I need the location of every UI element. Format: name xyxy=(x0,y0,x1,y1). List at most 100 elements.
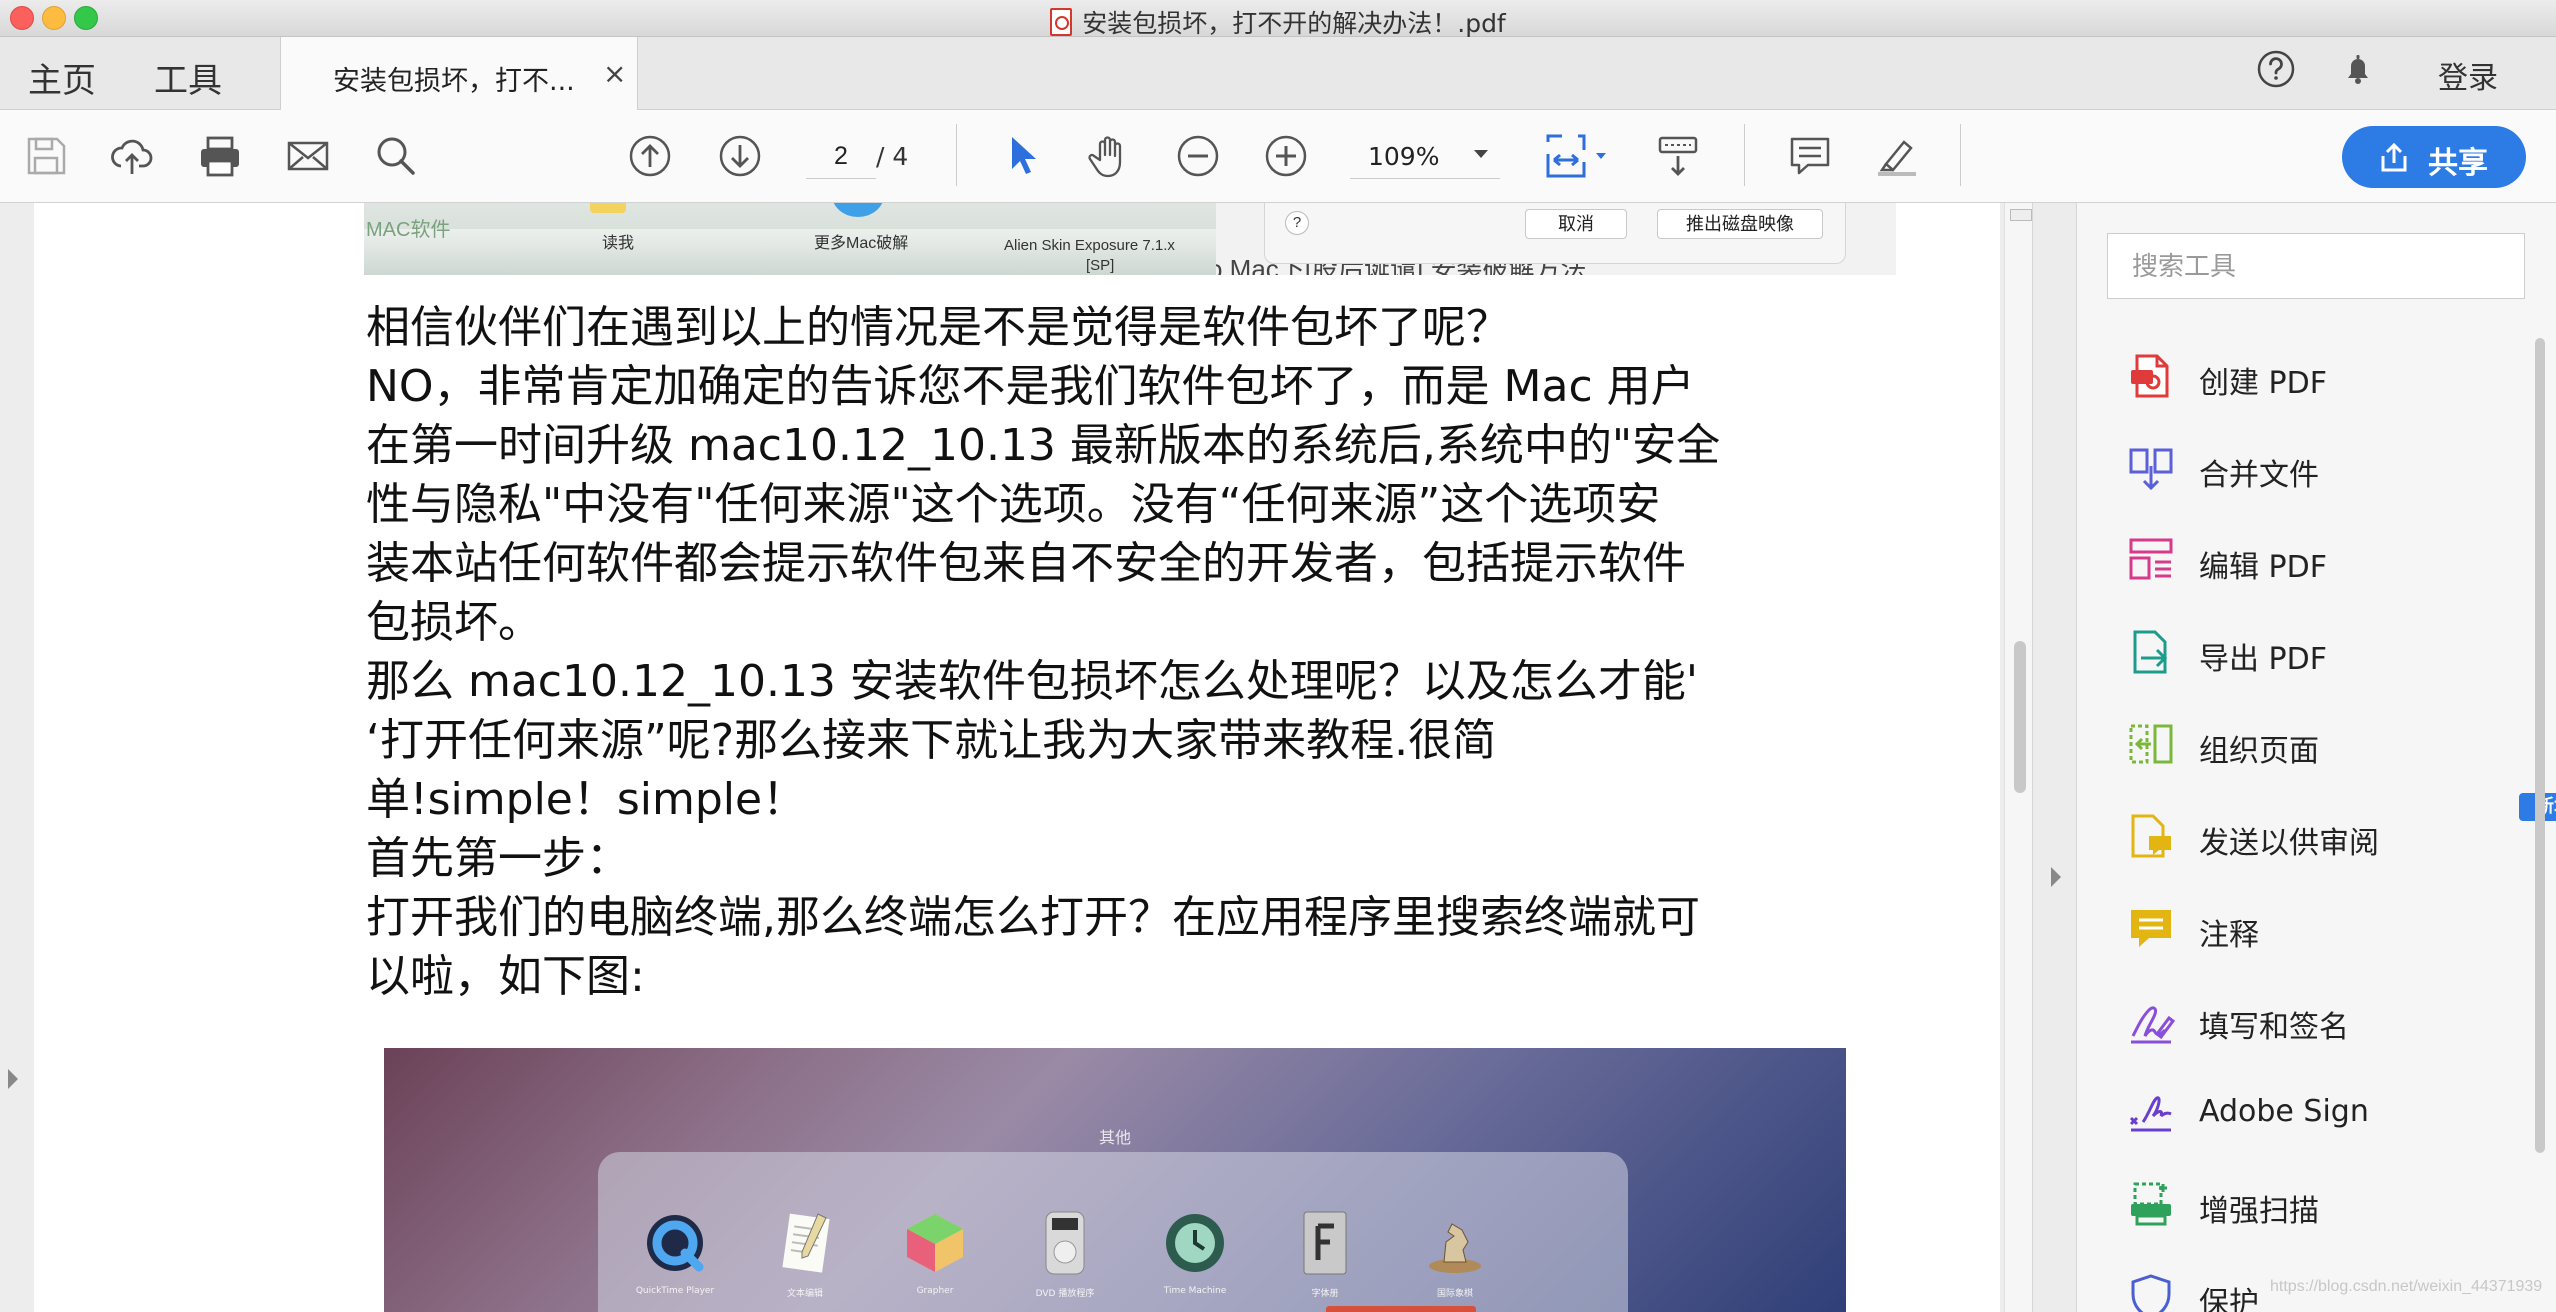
watermark-text: https://blog.csdn.net/weixin_44371939 xyxy=(2270,1278,2543,1295)
image-caption: [SP] xyxy=(1086,257,1115,274)
embedded-screenshot-top: MAC软件 读我 更多Mac破解 Alien Skin Exposure 7.1… xyxy=(364,203,1216,275)
document-viewport[interactable]: MAC软件 读我 更多Mac破解 Alien Skin Exposure 7.1… xyxy=(0,203,2033,1312)
tool-send-for-review[interactable]: 发送以供审阅 xyxy=(2127,806,2527,866)
tool-label: 注释 xyxy=(2199,918,2259,953)
zoom-value: 109% xyxy=(1368,142,1440,171)
tab-bar: 主页 工具 安装包损坏，打不... × 登录 xyxy=(0,37,2556,110)
email-icon[interactable] xyxy=(282,130,334,182)
dvd-player-icon xyxy=(1045,1211,1085,1275)
share-label: 共享 xyxy=(2428,146,2488,181)
scroll-mode-icon[interactable] xyxy=(1652,130,1704,182)
tool-comment[interactable]: 注释 xyxy=(2127,898,2527,958)
page-total-label: / 4 xyxy=(876,142,909,171)
document-tab-label: 安装包损坏，打不... xyxy=(333,66,575,97)
help-icon[interactable] xyxy=(2256,49,2296,89)
title-bar: 安装包损坏，打不开的解决办法！.pdf xyxy=(0,0,2556,40)
grapher-icon xyxy=(907,1214,963,1272)
body-text-line: 那么 mac10.12_10.13 安装软件包损坏怎么处理呢？以及怎么才能' xyxy=(366,656,1699,707)
app-label: Grapher xyxy=(916,1286,954,1296)
combine-files-icon xyxy=(2129,448,2173,491)
protect-shield-icon xyxy=(2131,1274,2171,1312)
fill-and-sign-icon xyxy=(2131,1006,2175,1044)
tab-tools[interactable]: 工具 xyxy=(154,53,222,102)
tool-label: 组织页面 xyxy=(2199,734,2319,769)
tool-label: 合并文件 xyxy=(2199,458,2319,493)
search-icon[interactable] xyxy=(370,130,422,182)
launchpad-folder-title: 其他 xyxy=(1098,1128,1131,1147)
comment-icon[interactable] xyxy=(1784,130,1836,182)
highlight-pen-icon[interactable] xyxy=(1872,130,1924,182)
zoom-select[interactable]: 109% xyxy=(1350,134,1500,179)
tool-organize-pages[interactable]: 组织页面 xyxy=(2127,714,2527,774)
tool-label: 创建 PDF xyxy=(2199,366,2327,401)
hand-tool-icon[interactable] xyxy=(1084,130,1136,182)
tool-label: Adobe Sign xyxy=(2199,1094,2369,1129)
toolbar: / 4 109% 共享 xyxy=(0,110,2556,203)
app-icon xyxy=(832,203,884,217)
tools-panel: 创建 PDF 合并文件 编辑 PDF 导出 PDF 组织页面 xyxy=(2076,203,2556,1312)
tab-document[interactable]: 安装包损坏，打不... × xyxy=(280,37,638,110)
tab-home[interactable]: 主页 xyxy=(28,53,96,102)
print-icon[interactable] xyxy=(194,130,246,182)
body-text-line: 打开我们的电脑终端,那么终端怎么打开？在应用程序里搜索终端就可 xyxy=(366,892,1700,943)
body-text-line: NO，非常肯定加确定的告诉您不是我们软件包坏了，而是 Mac 用户 xyxy=(366,361,1695,412)
dock-indicator xyxy=(1326,1306,1476,1312)
tool-edit-pdf[interactable]: 编辑 PDF xyxy=(2127,530,2527,590)
export-pdf-icon xyxy=(2133,630,2168,674)
dialog-cancel-button: 取消 xyxy=(1525,209,1627,239)
image-caption: MAC软件 xyxy=(366,219,451,241)
dialog-box: ? 取消 推出磁盘映像 xyxy=(1264,203,1846,264)
app-label: 国际象棋 xyxy=(1436,1289,1473,1299)
window-title: 安装包损坏，打不开的解决办法！.pdf xyxy=(0,4,2556,40)
page-number-input[interactable] xyxy=(806,134,876,179)
toolbar-divider xyxy=(1744,124,1745,186)
app-label: QuickTime Player xyxy=(635,1286,715,1296)
body-text-line: 装本站任何软件都会提示软件包来自不安全的开发者，包括提示软件 xyxy=(366,538,1686,589)
comment-tool-icon xyxy=(2131,910,2171,947)
edit-pdf-icon xyxy=(2129,538,2173,580)
toolbar-divider xyxy=(1960,124,1961,186)
organize-pages-icon xyxy=(2129,724,2173,764)
tool-adobe-sign[interactable]: Adobe Sign xyxy=(2127,1082,2527,1142)
folder-icon xyxy=(590,203,626,213)
scroll-split-handle[interactable] xyxy=(2010,209,2032,221)
tools-panel-scrollbar[interactable] xyxy=(2535,338,2545,1153)
document-scroll-thumb[interactable] xyxy=(2014,641,2026,793)
next-page-icon[interactable] xyxy=(714,130,766,182)
notification-bell-icon[interactable] xyxy=(2338,49,2378,89)
pdf-page: MAC软件 读我 更多Mac破解 Alien Skin Exposure 7.1… xyxy=(34,203,2000,1312)
tool-label: 增强扫描 xyxy=(2199,1194,2319,1229)
zoom-out-icon[interactable] xyxy=(1172,130,1224,182)
tool-fill-and-sign[interactable]: 填写和签名 xyxy=(2127,990,2527,1050)
quicktime-icon xyxy=(647,1215,704,1272)
tool-enhance-scan[interactable]: 增强扫描 xyxy=(2127,1174,2527,1234)
text-edit-icon xyxy=(782,1213,830,1273)
help-icon: ? xyxy=(1285,211,1309,235)
previous-page-icon[interactable] xyxy=(624,130,676,182)
select-pointer-icon[interactable] xyxy=(998,130,1050,182)
tool-export-pdf[interactable]: 导出 PDF xyxy=(2127,622,2527,682)
font-book-icon xyxy=(1303,1211,1347,1275)
tool-label: 导出 PDF xyxy=(2199,642,2327,677)
body-text-line: 在第一时间升级 mac10.12_10.13 最新版本的系统后,系统中的"安全 xyxy=(366,420,1721,471)
share-button[interactable]: 共享 xyxy=(2342,126,2526,188)
login-link[interactable]: 登录 xyxy=(2438,53,2498,97)
enhance-scan-icon xyxy=(2131,1182,2171,1226)
create-pdf-icon xyxy=(2131,354,2169,398)
right-panel-toggle-icon[interactable] xyxy=(2051,867,2061,887)
image-caption: 更多Mac破解 xyxy=(814,235,909,252)
body-text-line: 相信伙伴们在遇到以上的情况是不是觉得是软件包坏了呢？ xyxy=(366,302,1510,353)
left-panel-toggle-icon[interactable] xyxy=(8,1069,18,1089)
close-tab-icon[interactable]: × xyxy=(603,57,626,90)
tool-create-pdf[interactable]: 创建 PDF xyxy=(2127,346,2527,406)
tool-combine-files[interactable]: 合并文件 xyxy=(2127,438,2527,498)
body-text-line: ‘打开任何来源”呢?那么接来下就让我为大家带来教程.很简 xyxy=(366,715,1497,766)
fit-page-icon[interactable] xyxy=(1540,130,1612,182)
send-for-review-icon xyxy=(2131,814,2171,858)
tool-search-input[interactable] xyxy=(2107,233,2525,299)
save-icon[interactable] xyxy=(20,130,72,182)
embedded-launchpad-screenshot: 其他 QuickTime Player 文本编辑 Grapher DVD 播放程… xyxy=(384,1048,1846,1312)
zoom-in-icon[interactable] xyxy=(1260,130,1312,182)
adobe-sign-icon xyxy=(2129,1096,2172,1132)
upload-cloud-icon[interactable] xyxy=(106,130,158,182)
